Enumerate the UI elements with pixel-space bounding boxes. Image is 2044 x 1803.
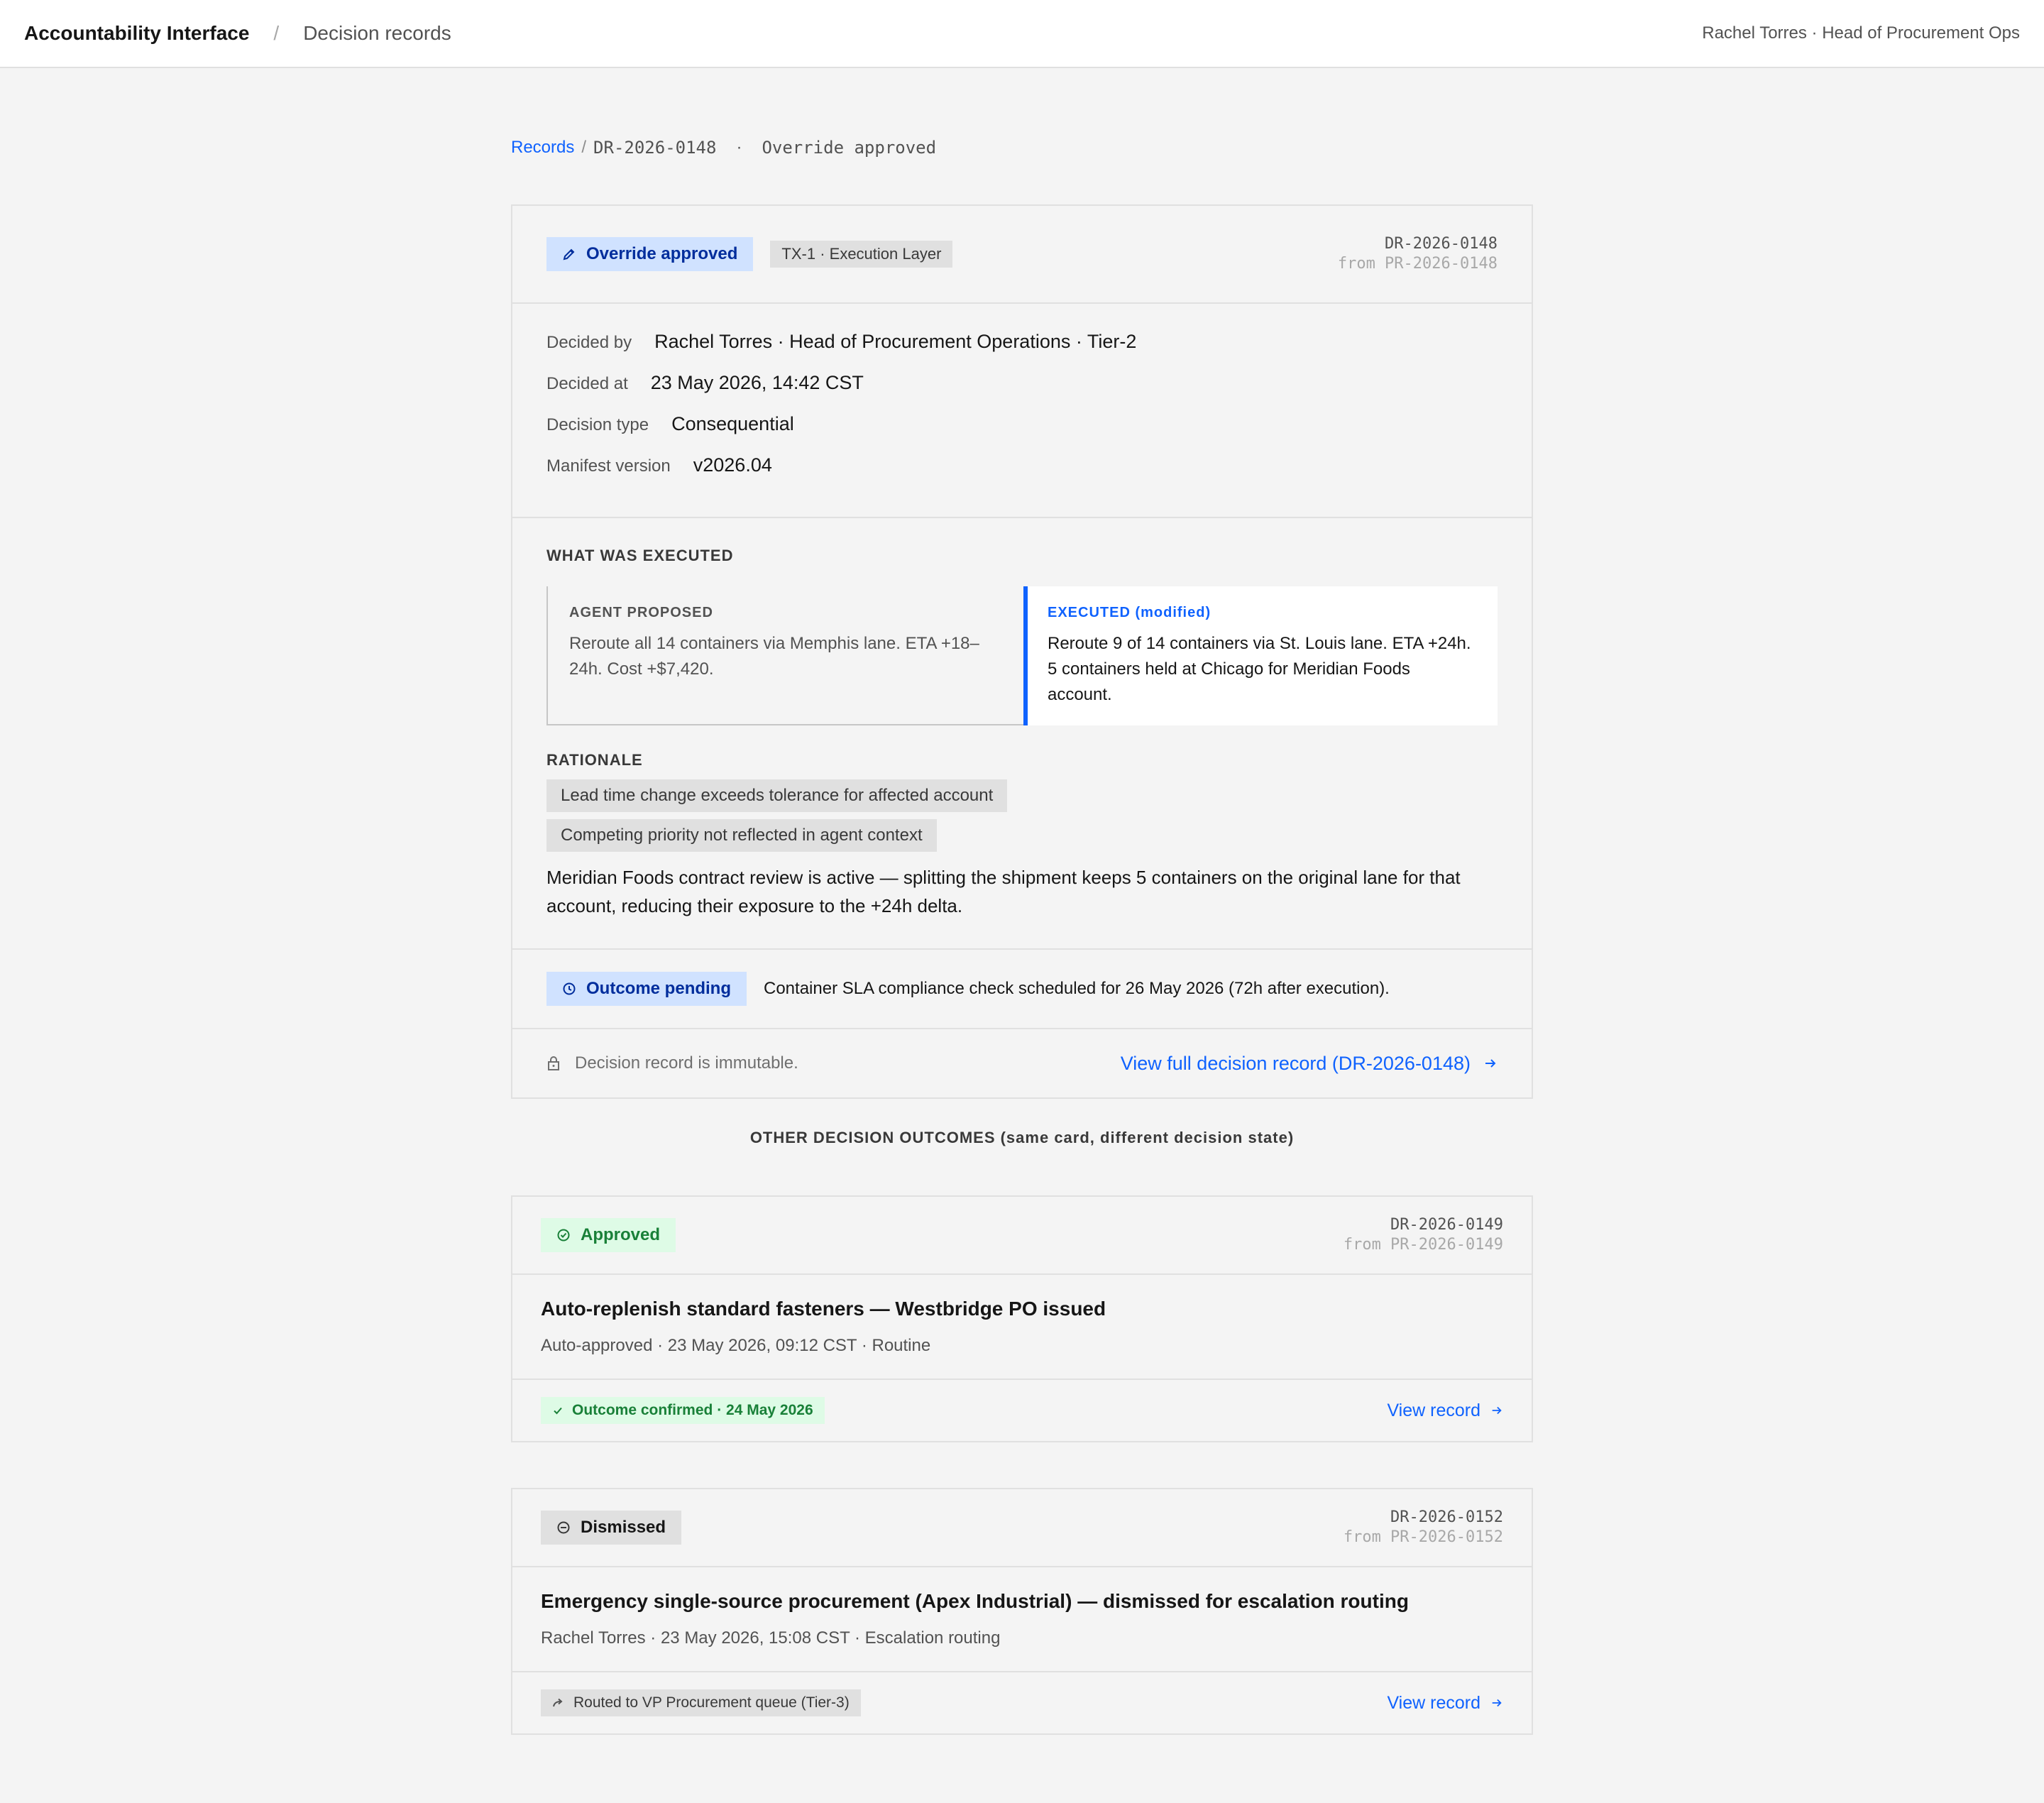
arrow-right-icon <box>1485 1059 1496 1068</box>
layer-tag: TX-1 · Execution Layer <box>770 241 953 268</box>
minus-circle-icon <box>557 1521 570 1534</box>
meta-value: 23 May 2026, 14:42 CST <box>650 372 864 393</box>
arrow-right-icon <box>1492 1699 1502 1707</box>
meta-row-decision-type: Decision type Consequential <box>546 413 1498 454</box>
approved-card-footer: Outcome confirmed · 24 May 2026 View rec… <box>512 1380 1532 1441</box>
outcome-confirmed-label: Outcome confirmed · 24 May 2026 <box>572 1402 813 1418</box>
dismissed-record-card: Dismissed DR-2026-0152 from PR-2026-0152… <box>511 1488 1533 1735</box>
outcome-description: Container SLA compliance check scheduled… <box>764 979 1390 998</box>
approved-badge: Approved <box>541 1218 676 1252</box>
view-record-label[interactable]: View record <box>1387 1693 1480 1714</box>
breadcrumb-dot: · <box>736 138 742 157</box>
source-id: from PR-2026-0149 <box>1343 1236 1503 1254</box>
record-ids: DR-2026-0149 from PR-2026-0149 <box>1344 1215 1503 1255</box>
record-subtitle: Auto-approved · 23 May 2026, 09:12 CST ·… <box>541 1336 931 1355</box>
section-title[interactable]: Decision records <box>303 22 451 45</box>
routed-label: Routed to VP Procurement queue (Tier-3) <box>573 1694 850 1711</box>
app-title[interactable]: Accountability Interface <box>24 22 249 45</box>
meta-key: Decided by <box>546 333 632 352</box>
clock-icon <box>563 982 576 995</box>
view-full-record-label[interactable]: View full decision record (DR-2026-0148) <box>1121 1053 1471 1075</box>
meta-value: Rachel Torres · Head of Procurement Oper… <box>654 331 1137 352</box>
view-record-link[interactable]: View record <box>1387 1693 1503 1714</box>
checkmark-icon <box>554 1407 562 1415</box>
other-outcomes-title: OTHER DECISION OUTCOMES (same card, diff… <box>749 1129 1295 1146</box>
decision-card-header: Override approved TX-1 · Execution Layer… <box>512 206 1532 304</box>
meta-value: v2026.04 <box>693 454 772 476</box>
meta-key: Manifest version <box>546 456 671 476</box>
user-identity[interactable]: Rachel Torres · Head of Procurement Ops <box>1702 23 2020 43</box>
routed-badge: Routed to VP Procurement queue (Tier-3) <box>541 1689 861 1716</box>
view-record-link[interactable]: View record <box>1387 1401 1503 1421</box>
outcome-section: Outcome pending Container SLA compliance… <box>512 950 1532 1029</box>
meta-value: Consequential <box>671 413 794 434</box>
decision-card: Override approved TX-1 · Execution Layer… <box>511 204 1533 1099</box>
breadcrumb: Records / DR-2026-0148 · Override approv… <box>511 135 936 160</box>
proposal-comparison: AGENT PROPOSED Reroute all 14 containers… <box>546 586 1498 725</box>
check-circle-icon <box>557 1229 570 1242</box>
rationale-text: Meridian Foods contract review is active… <box>546 867 1461 916</box>
record-id: DR-2026-0149 <box>1390 1216 1503 1234</box>
status-badge-label: Override approved <box>586 244 738 263</box>
execution-section: WHAT WAS EXECUTED AGENT PROPOSED Reroute… <box>512 518 1532 950</box>
meta-key: Decision type <box>546 415 649 434</box>
record-ids: DR-2026-0152 from PR-2026-0152 <box>1344 1508 1503 1547</box>
agent-proposed-label: AGENT PROPOSED <box>569 605 713 620</box>
meta-row-decided-at: Decided at 23 May 2026, 14:42 CST <box>546 372 1498 413</box>
outcome-pending-badge: Outcome pending <box>546 972 747 1006</box>
breadcrumb-separator: / <box>581 138 587 157</box>
record-title: Emergency single-source procurement (Ape… <box>541 1590 1409 1612</box>
agent-proposed-text: Reroute all 14 containers via Memphis la… <box>569 634 979 679</box>
record-ids: DR-2026-0148 from PR-2026-0148 <box>1338 234 1498 274</box>
lock-icon <box>548 1056 559 1070</box>
executed-text: Reroute 9 of 14 containers via St. Louis… <box>1047 634 1471 704</box>
rationale-chip: Lead time change exceeds tolerance for a… <box>546 779 1008 812</box>
approved-card-header: Approved DR-2026-0149 from PR-2026-0149 <box>512 1197 1532 1275</box>
executed-panel: EXECUTED (modified) Reroute 9 of 14 cont… <box>1023 586 1498 725</box>
header-separator: / <box>273 22 280 44</box>
approved-record-card: Approved DR-2026-0149 from PR-2026-0149 … <box>511 1195 1533 1442</box>
immutable-text: Decision record is immutable. <box>575 1053 798 1073</box>
breadcrumb-state: Override approved <box>762 138 937 158</box>
meta-row-decided-by: Decided by Rachel Torres · Head of Procu… <box>546 331 1498 372</box>
record-title: Auto-replenish standard fasteners — West… <box>541 1298 1106 1320</box>
arrow-right-icon <box>1492 1406 1502 1415</box>
forward-arrow-icon <box>553 1698 563 1707</box>
dismissed-card-header: Dismissed DR-2026-0152 from PR-2026-0152 <box>512 1489 1532 1567</box>
breadcrumb-record-id: DR-2026-0148 <box>593 138 717 158</box>
dismissed-badge: Dismissed <box>541 1511 682 1545</box>
breadcrumb-records-link[interactable]: Records <box>511 138 574 158</box>
view-full-record-link[interactable]: View full decision record (DR-2026-0148) <box>1121 1053 1498 1075</box>
approved-card-body: Auto-replenish standard fasteners — West… <box>512 1275 1532 1380</box>
approved-badge-label: Approved <box>581 1225 661 1244</box>
decision-metadata: Decided by Rachel Torres · Head of Procu… <box>512 304 1532 518</box>
dismissed-badge-label: Dismissed <box>581 1518 666 1537</box>
decision-card-footer: Decision record is immutable. View full … <box>512 1029 1532 1097</box>
source-id: from PR-2026-0148 <box>1337 255 1498 273</box>
rationale-chip: Competing priority not reflected in agen… <box>546 819 937 852</box>
rationale-title: RATIONALE <box>546 751 643 769</box>
meta-row-manifest-version: Manifest version v2026.04 <box>546 454 1498 495</box>
executed-title: WHAT WAS EXECUTED <box>546 547 734 564</box>
dismissed-card-footer: Routed to VP Procurement queue (Tier-3) … <box>512 1672 1532 1733</box>
outcome-pending-label: Outcome pending <box>586 979 731 998</box>
record-id: DR-2026-0148 <box>1385 235 1498 253</box>
top-bar: Accountability Interface / Decision reco… <box>0 0 2044 68</box>
outcome-confirmed-badge: Outcome confirmed · 24 May 2026 <box>541 1397 825 1424</box>
view-record-label[interactable]: View record <box>1387 1401 1480 1421</box>
source-id: from PR-2026-0152 <box>1343 1528 1503 1546</box>
immutable-notice: Decision record is immutable. <box>546 1053 798 1073</box>
record-subtitle: Rachel Torres · 23 May 2026, 15:08 CST ·… <box>541 1628 1001 1648</box>
dismissed-card-body: Emergency single-source procurement (Ape… <box>512 1567 1532 1672</box>
pencil-icon <box>563 248 575 261</box>
status-badge: Override approved <box>546 237 754 271</box>
meta-key: Decided at <box>546 374 628 393</box>
executed-label: EXECUTED (modified) <box>1047 605 1211 620</box>
record-id: DR-2026-0152 <box>1390 1508 1503 1526</box>
agent-proposed-panel: AGENT PROPOSED Reroute all 14 containers… <box>546 586 1023 725</box>
